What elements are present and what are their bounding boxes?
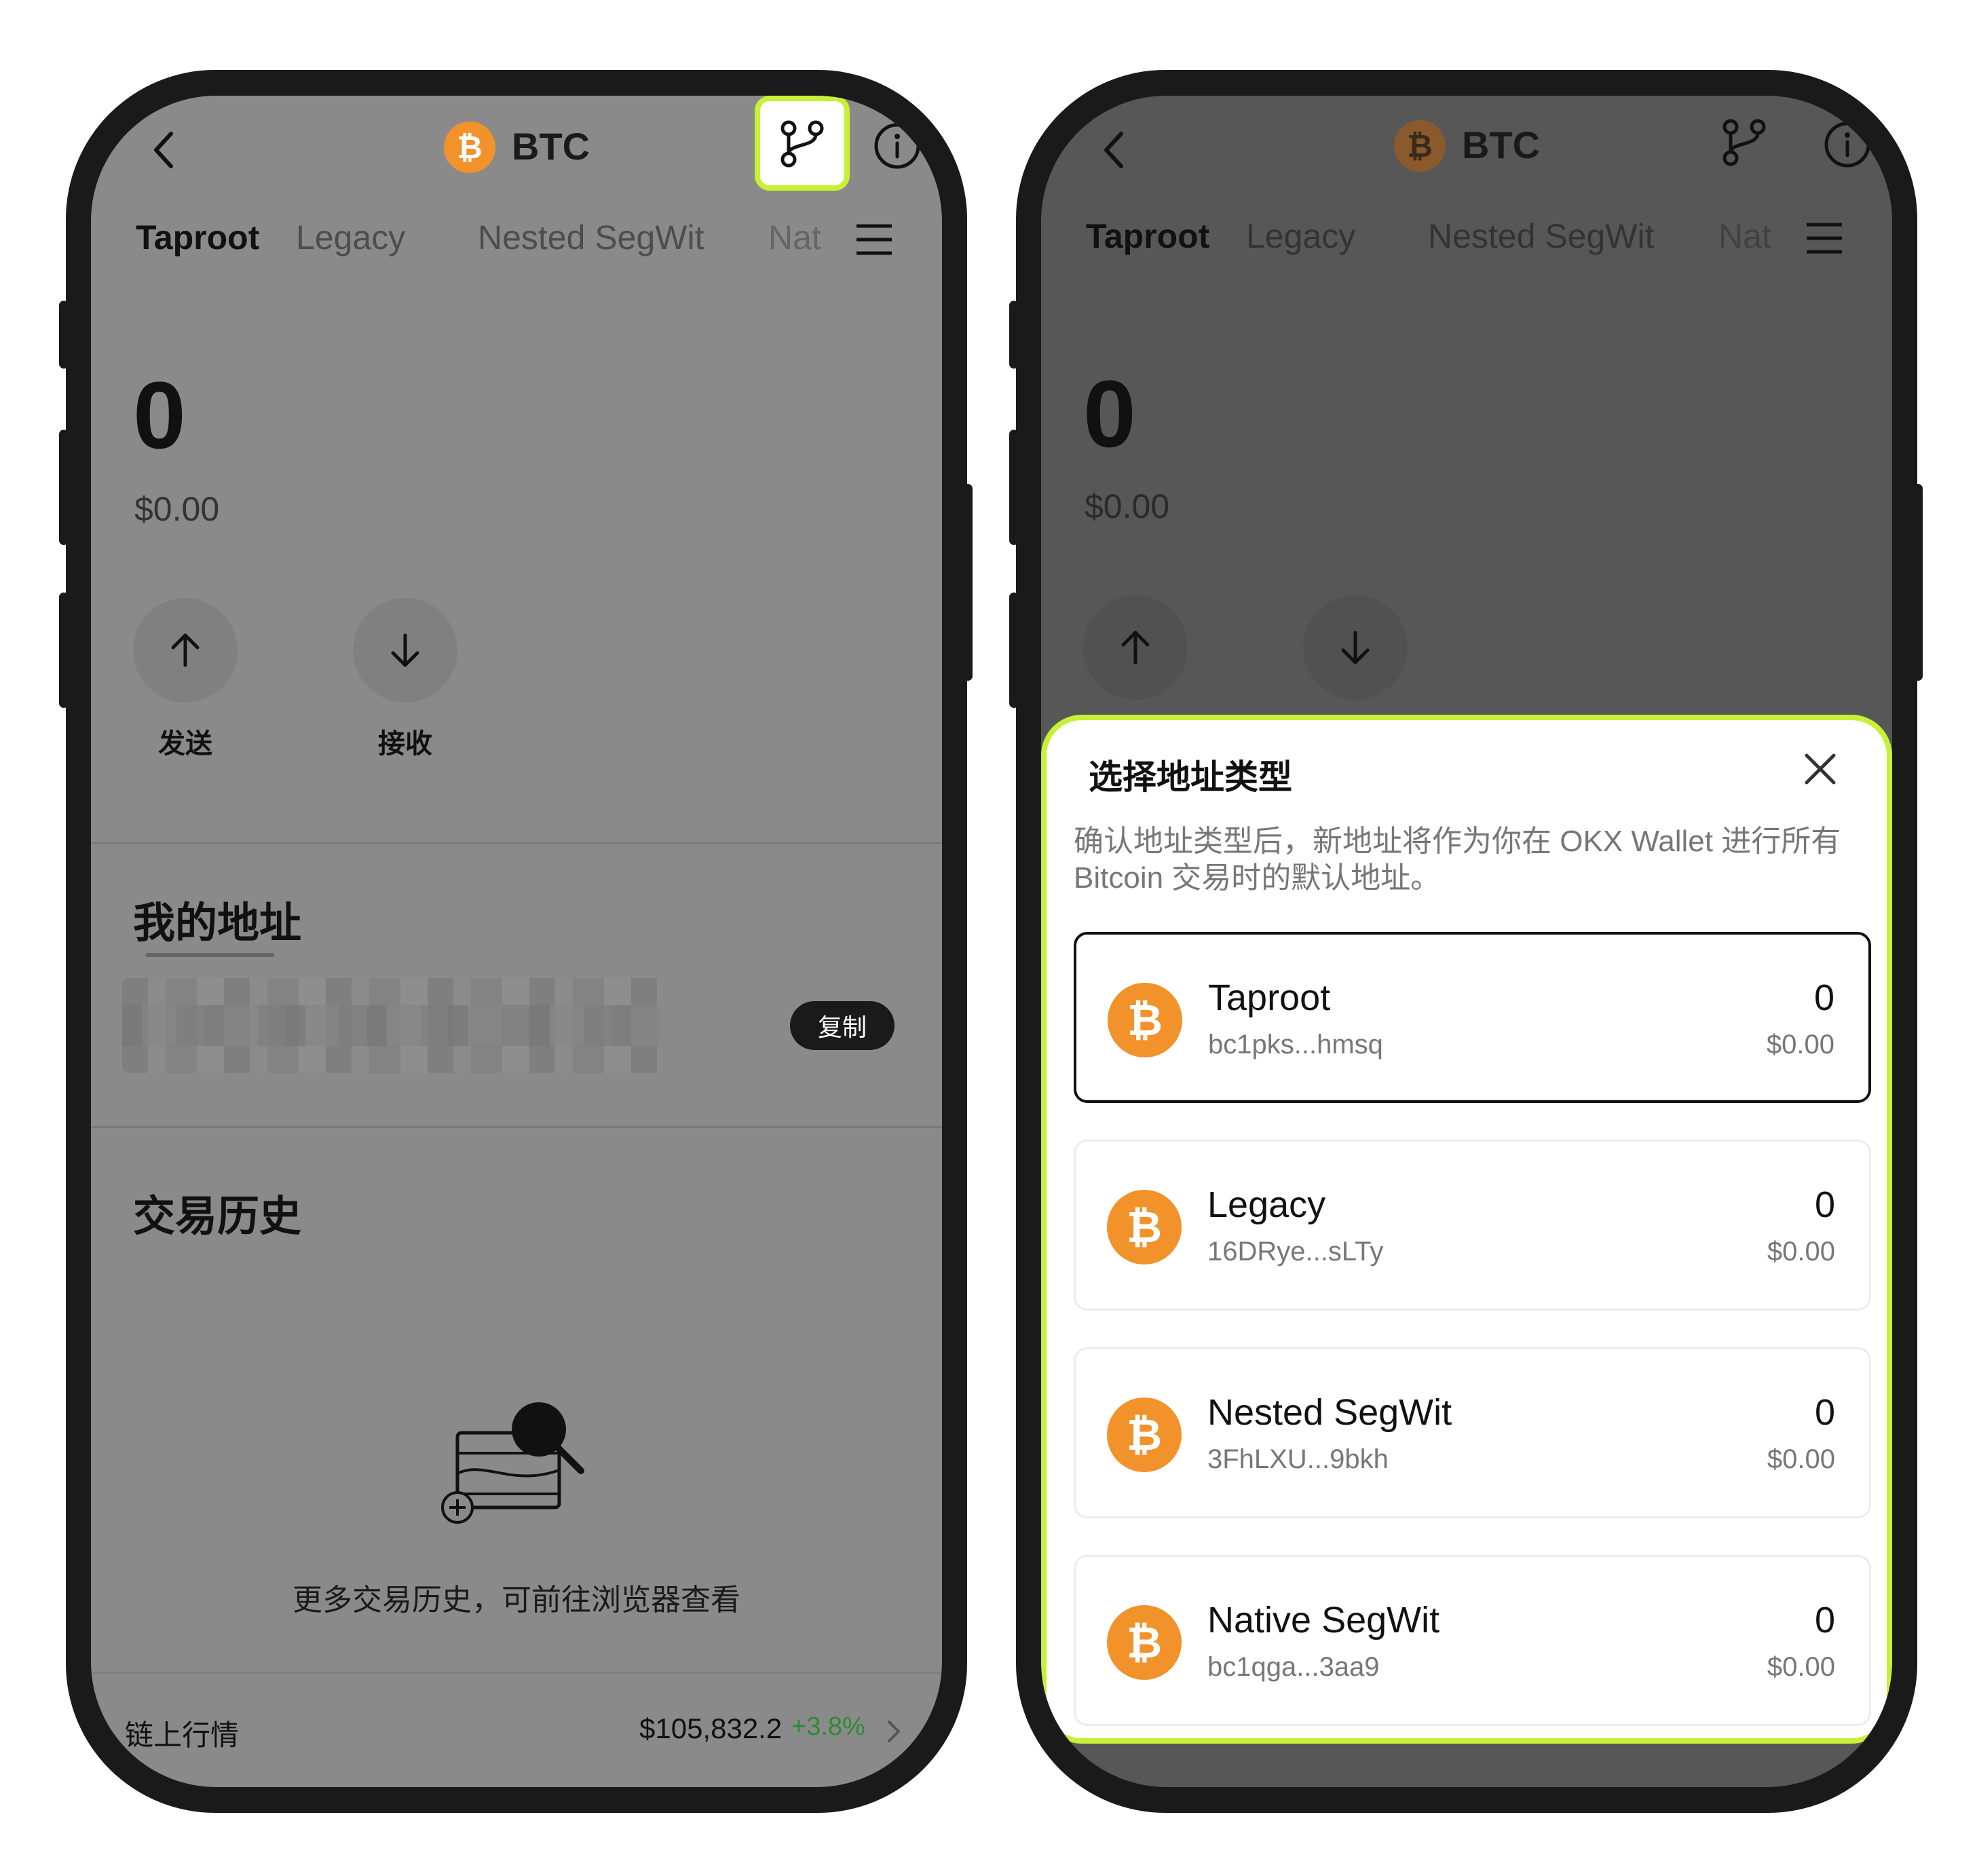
bitcoin-icon: ₿	[1107, 1397, 1182, 1472]
bitcoin-icon: ₿	[444, 121, 495, 173]
back-button[interactable]	[1089, 123, 1143, 177]
back-icon	[154, 132, 173, 168]
option-address: 3FhLXU...9bkh	[1207, 1444, 1389, 1474]
address-option-legacy[interactable]: ₿ Legacy 16DRye...sLTy 0 $0.00	[1074, 1140, 1871, 1311]
receive-button[interactable]	[353, 598, 457, 702]
option-balance: 0	[1814, 1600, 1835, 1640]
side-button	[1009, 430, 1019, 545]
side-button	[1009, 301, 1019, 369]
side-button	[1913, 484, 1923, 681]
divider	[91, 842, 942, 844]
address-type-sheet: 选择地址类型 确认地址类型后，新地址将作为你在 OKX Wallet 进行所有 …	[1041, 715, 1892, 1744]
tab-taproot[interactable]: Taproot	[1086, 217, 1209, 256]
option-fiat: $0.00	[1766, 1030, 1834, 1059]
title-underline	[145, 953, 274, 957]
balance-fiat: $0.00	[134, 490, 220, 528]
option-fiat: $0.00	[1767, 1652, 1835, 1682]
receive-arrow-icon	[1341, 631, 1370, 664]
option-name: Legacy	[1207, 1184, 1326, 1225]
address-type-tabs: Taproot Legacy Nested SegWit Nat	[136, 218, 882, 265]
address-type-tabs: Taproot Legacy Nested SegWit Nat	[1086, 217, 1832, 264]
option-balance: 0	[1814, 1392, 1835, 1433]
my-address-title: 我的地址	[133, 900, 302, 947]
side-button	[59, 301, 69, 369]
tab-taproot[interactable]: Taproot	[136, 218, 259, 257]
info-icon[interactable]	[1823, 120, 1872, 169]
bitcoin-icon: ₿	[1394, 120, 1446, 172]
info-icon[interactable]	[873, 121, 922, 170]
option-fiat: $0.00	[1767, 1444, 1835, 1474]
option-name: Nested SegWit	[1207, 1392, 1452, 1433]
history-title: 交易历史	[133, 1193, 302, 1240]
option-name: Taproot	[1208, 977, 1331, 1018]
send-button[interactable]	[1083, 595, 1188, 700]
back-icon	[1104, 132, 1123, 168]
side-button	[963, 484, 973, 681]
page-title: BTC	[512, 125, 590, 168]
send-label: 发送	[158, 729, 212, 759]
address-switch-icon[interactable]	[1722, 119, 1766, 166]
option-balance: 0	[1814, 1184, 1835, 1225]
sheet-description: 确认地址类型后，新地址将作为你在 OKX Wallet 进行所有 Bitcoin…	[1074, 825, 1841, 895]
side-button	[1009, 593, 1019, 708]
close-icon[interactable]	[1801, 750, 1839, 788]
option-fiat: $0.00	[1767, 1237, 1835, 1267]
tab-native-segwit[interactable]: Nat	[768, 218, 821, 257]
receive-button[interactable]	[1303, 595, 1408, 700]
screen-right: ₿ BTC Taproot Legacy Nested SegWit Nat 0…	[1041, 96, 1892, 1787]
bitcoin-icon: ₿	[1107, 1605, 1182, 1680]
phone-left: ₿ BTC Taproot Legacy Nested SegWit Nat 0…	[59, 70, 973, 1813]
send-button[interactable]	[133, 598, 238, 702]
bitcoin-icon: ₿	[1107, 1190, 1182, 1264]
option-balance: 0	[1813, 977, 1834, 1018]
side-button	[59, 593, 69, 708]
sheet-title: 选择地址类型	[1089, 758, 1292, 796]
market-change: +3.8%	[791, 1712, 865, 1741]
tab-legacy[interactable]: Legacy	[1246, 217, 1355, 256]
option-address: bc1pks...hmsq	[1208, 1030, 1383, 1059]
address-option-taproot[interactable]: ₿ Taproot bc1pks...hmsq 0 $0.00	[1074, 932, 1871, 1103]
blurred-address	[122, 978, 662, 1073]
send-arrow-icon	[171, 633, 200, 667]
address-option-nested-segwit[interactable]: ₿ Nested SegWit 3FhLXU...9bkh 0 $0.00	[1074, 1347, 1871, 1518]
balance-amount: 0	[133, 362, 186, 468]
chevron-right-icon[interactable]	[884, 1718, 904, 1745]
address-option-native-segwit[interactable]: ₿ Native SegWit bc1qga...3aa9 0 $0.00	[1074, 1555, 1871, 1726]
balance-amount: 0	[1083, 360, 1136, 467]
menu-icon[interactable]	[854, 222, 895, 257]
copy-button[interactable]: 复制	[790, 1001, 895, 1050]
bitcoin-icon: ₿	[1108, 983, 1182, 1057]
tab-nested-segwit[interactable]: Nested SegWit	[1428, 217, 1654, 256]
market-price: $105,832.2	[639, 1712, 783, 1744]
receive-arrow-icon	[391, 633, 419, 667]
tab-nested-segwit[interactable]: Nested SegWit	[478, 218, 704, 257]
receive-label: 接收	[378, 729, 432, 759]
back-button[interactable]	[138, 123, 193, 177]
send-arrow-icon	[1121, 631, 1150, 664]
divider	[91, 1126, 942, 1128]
option-address: 16DRye...sLTy	[1207, 1237, 1384, 1267]
option-address: bc1qga...3aa9	[1207, 1652, 1380, 1682]
menu-icon[interactable]	[1804, 221, 1845, 256]
side-button	[59, 430, 69, 545]
phone-right: ₿ BTC Taproot Legacy Nested SegWit Nat 0…	[1009, 70, 1923, 1813]
balance-fiat: $0.00	[1085, 487, 1170, 525]
option-name: Native SegWit	[1207, 1600, 1440, 1640]
empty-history-icon	[441, 1402, 584, 1524]
tab-native-segwit[interactable]: Nat	[1718, 217, 1771, 256]
empty-history-text: 更多交易历史，可前往浏览器查看	[293, 1583, 740, 1617]
market-label: 链上行情	[125, 1719, 240, 1751]
divider	[91, 1672, 942, 1674]
address-switch-button[interactable]	[755, 96, 850, 191]
address-switch-icon	[780, 120, 824, 168]
page-title: BTC	[1462, 124, 1541, 166]
tab-legacy[interactable]: Legacy	[296, 218, 405, 257]
screen-left: ₿ BTC Taproot Legacy Nested SegWit Nat 0…	[91, 96, 942, 1787]
